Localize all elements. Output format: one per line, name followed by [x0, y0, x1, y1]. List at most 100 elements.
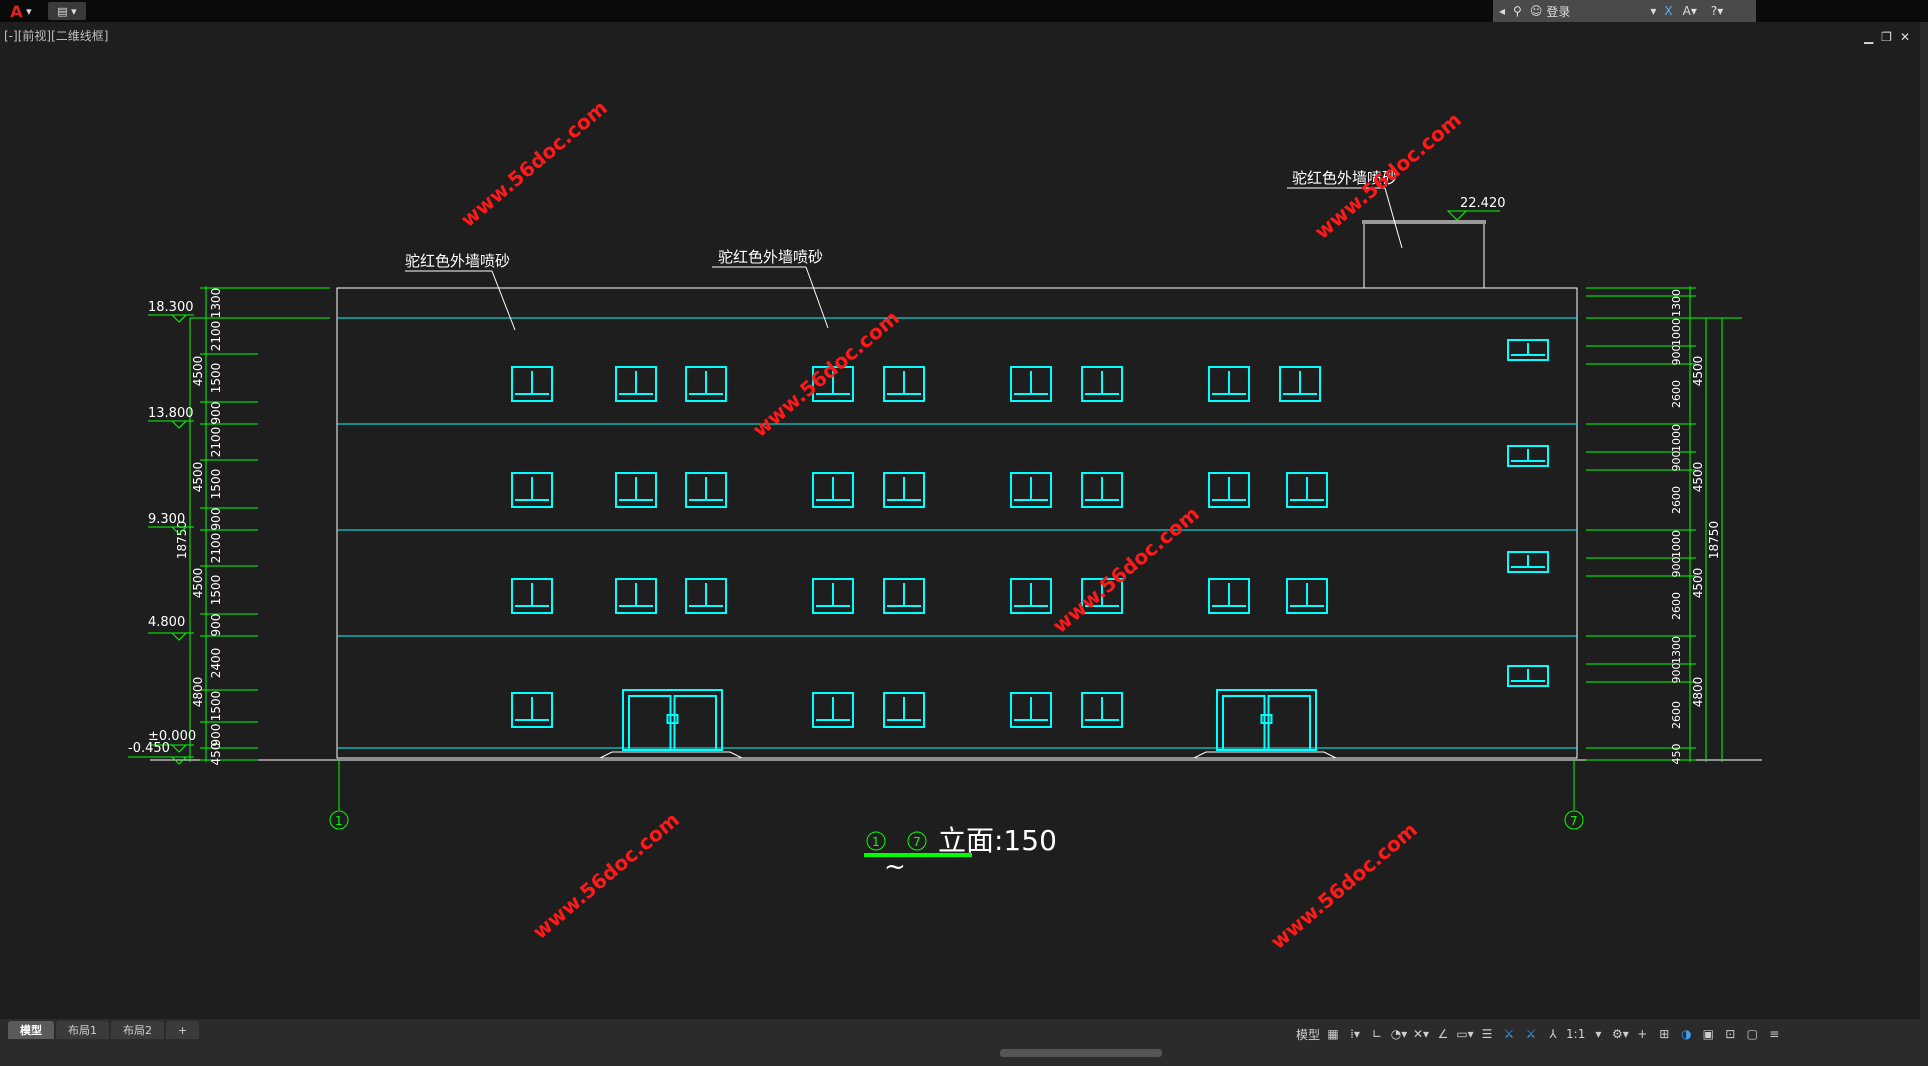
- leader-line: [491, 270, 516, 331]
- status-bar: 模型 布局1 布局2 + 模型 ▦ ⁞▾ ∟ ◔▾ ✕▾ ∠ ▭▾ ☰ ⚔ ⚔ …: [0, 1019, 1928, 1066]
- polar-icon[interactable]: ◔▾: [1390, 1024, 1408, 1044]
- steps-right: [1193, 751, 1337, 759]
- isolate-icon[interactable]: ◑: [1677, 1024, 1695, 1044]
- annotation-scale-icon[interactable]: ⅄: [1544, 1024, 1562, 1044]
- leader-line: [805, 266, 829, 329]
- window: [511, 472, 553, 508]
- chevron-down-icon[interactable]: ▾: [1650, 4, 1656, 18]
- dim-text: 4500: [191, 462, 205, 493]
- window: [812, 578, 854, 614]
- window: [1010, 578, 1052, 614]
- clean-screen-icon[interactable]: ▢: [1743, 1024, 1761, 1044]
- arrow-left-icon[interactable]: ◂: [1499, 4, 1505, 18]
- model-space-button[interactable]: 模型: [1296, 1024, 1320, 1044]
- isodraft-icon[interactable]: ✕▾: [1412, 1024, 1430, 1044]
- dim-text: 2400: [209, 648, 223, 679]
- axis-label-left: 1: [335, 814, 343, 828]
- info-center: ◂ ⚲ ☺ 登录 ▾ X A▾ ?▾: [1493, 0, 1756, 22]
- menu-icon[interactable]: ≡: [1765, 1024, 1783, 1044]
- plus-icon[interactable]: +: [1633, 1024, 1651, 1044]
- horizontal-scrollbar[interactable]: [1000, 1049, 1162, 1057]
- right-dimensions: 1300100090026001000900260010009002600130…: [1586, 286, 1742, 765]
- hardware-icon[interactable]: ▣: [1699, 1024, 1717, 1044]
- tab-layout1[interactable]: 布局1: [56, 1021, 109, 1039]
- side-window: [1507, 665, 1549, 687]
- axis-label-right: 7: [1570, 814, 1578, 828]
- steps-left: [599, 751, 743, 759]
- window: [1286, 578, 1328, 614]
- window: [1081, 692, 1123, 728]
- annotation-scale-button[interactable]: 1:1: [1566, 1024, 1585, 1044]
- binoculars-icon[interactable]: ⚲: [1513, 4, 1522, 18]
- window: [1081, 472, 1123, 508]
- parapet: [1363, 221, 1485, 288]
- window: [615, 366, 657, 402]
- scroll-edge[interactable]: [1920, 22, 1928, 1022]
- dim-text: 450: [209, 743, 223, 766]
- dim-text: 900: [1670, 451, 1683, 472]
- double-door: [622, 689, 723, 751]
- window: [1010, 692, 1052, 728]
- grid-icon[interactable]: ▦: [1324, 1024, 1342, 1044]
- drawing-canvas[interactable]: 驼红色外墙喷砂 驼红色外墙喷砂 驼红色外墙喷砂 22.420 1300 2100 1…: [0, 22, 1920, 1019]
- dim-text: 2600: [1670, 380, 1683, 408]
- auto-scale-icon[interactable]: ⚔: [1522, 1024, 1540, 1044]
- grid-axes: 1 7: [329, 760, 1584, 830]
- title-text: 立面:150: [938, 824, 1057, 857]
- side-window: [1507, 551, 1549, 573]
- elevation-mark: 4.800: [148, 615, 194, 641]
- gear-icon[interactable]: ⚙▾: [1611, 1024, 1629, 1044]
- title-axis-to: 7: [913, 835, 921, 849]
- lineweight-icon[interactable]: ☰: [1478, 1024, 1496, 1044]
- a360-icon[interactable]: A▾: [1683, 4, 1697, 18]
- dim-text: 4500: [1691, 462, 1705, 493]
- window: [1208, 472, 1250, 508]
- dim-text: 1500: [209, 691, 223, 722]
- help-icon[interactable]: ?▾: [1711, 4, 1723, 18]
- quick-access-toolbar[interactable]: ▤ ▾: [48, 2, 86, 20]
- osnap-icon[interactable]: ∠: [1434, 1024, 1452, 1044]
- exchange-icon[interactable]: X: [1664, 4, 1672, 18]
- facade-outline: [336, 287, 1578, 759]
- window: [615, 578, 657, 614]
- login-link[interactable]: 登录: [1546, 3, 1570, 20]
- chevron-down-icon[interactable]: ▾: [1589, 1024, 1607, 1044]
- dim-text: 2100: [209, 533, 223, 564]
- add-layout-button[interactable]: +: [166, 1021, 200, 1039]
- watermark-text: www.56doc.com: [456, 95, 612, 231]
- window: [883, 578, 925, 614]
- snap-icon[interactable]: ⁞▾: [1346, 1024, 1364, 1044]
- dim-text: 4500: [191, 568, 205, 599]
- side-window: [1507, 339, 1549, 361]
- otrack-icon[interactable]: ▭▾: [1456, 1024, 1474, 1044]
- dim-text: 1000: [1670, 424, 1683, 452]
- total-dim-text: 18750: [1707, 521, 1721, 559]
- dim-text: 1000: [1670, 318, 1683, 346]
- cleanscreen-icon[interactable]: ⊡: [1721, 1024, 1739, 1044]
- window: [883, 472, 925, 508]
- elevation-mark: [1446, 210, 1468, 221]
- units-icon[interactable]: ⊞: [1655, 1024, 1673, 1044]
- svg-text:18.300: 18.300: [148, 300, 194, 315]
- dim-text: 1500: [209, 469, 223, 500]
- elevation-mark: 13.800: [148, 406, 194, 429]
- ortho-icon[interactable]: ∟: [1368, 1024, 1386, 1044]
- window: [1010, 366, 1052, 402]
- dim-text: 4500: [1691, 568, 1705, 599]
- tab-model[interactable]: 模型: [8, 1021, 54, 1039]
- autocad-logo-icon[interactable]: A ▾: [2, 2, 40, 21]
- layout-tabs: 模型 布局1 布局2 +: [8, 1021, 200, 1039]
- leader-line: [1384, 187, 1403, 249]
- dim-text: 2600: [1670, 592, 1683, 620]
- dim-text: 1300: [1670, 636, 1683, 664]
- user-icon[interactable]: ☺: [1530, 4, 1543, 18]
- double-door: [1216, 689, 1317, 751]
- window: [812, 472, 854, 508]
- annotation-visibility-icon[interactable]: ⚔: [1500, 1024, 1518, 1044]
- watermark-text: www.56doc.com: [1048, 501, 1204, 637]
- tab-layout2[interactable]: 布局2: [111, 1021, 164, 1039]
- dim-text: 4800: [191, 677, 205, 708]
- dim-text: 900: [209, 508, 223, 531]
- wall-annotations: 驼红色外墙喷砂 驼红色外墙喷砂 驼红色外墙喷砂 22.420: [405, 169, 1506, 331]
- drawing-title: 1 7 ~ 立面:150: [864, 824, 1057, 882]
